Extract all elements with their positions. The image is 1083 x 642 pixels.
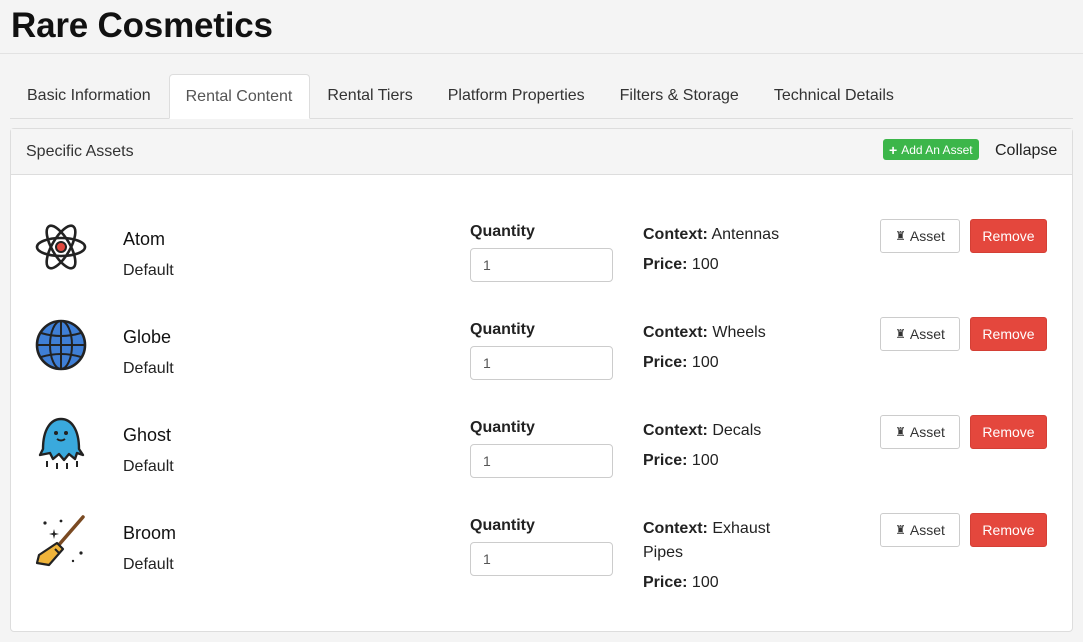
quantity-input[interactable] <box>470 248 613 282</box>
asset-name: Globe <box>123 327 172 347</box>
globe-icon <box>33 317 89 373</box>
price-text: Price: 100 <box>643 354 719 372</box>
price-value: 100 <box>691 452 719 469</box>
quantity-input[interactable] <box>470 346 613 380</box>
specific-assets-panel: Specific Assets + Add An Asset Collapse … <box>10 128 1073 632</box>
asset-variant: Default <box>123 360 174 377</box>
add-asset-button[interactable]: + Add An Asset <box>883 139 979 160</box>
context-value: Decals <box>712 422 762 439</box>
atom-icon <box>33 219 89 275</box>
ghost-icon <box>33 415 89 471</box>
context-label: Context: <box>643 422 708 439</box>
asset-row: Ghost Default Quantity Context: Decals P… <box>11 415 1072 513</box>
context-label: Context: <box>643 520 708 537</box>
price-text: Price: 100 <box>643 256 719 274</box>
tab-basic-information[interactable]: Basic Information <box>10 74 169 118</box>
remove-button[interactable]: Remove <box>970 415 1047 449</box>
panel-heading: Specific Assets + Add An Asset Collapse <box>11 129 1072 175</box>
asset-variant: Default <box>123 458 174 475</box>
asset-name: Broom <box>123 523 177 543</box>
context-text: Context: Decals <box>643 419 793 443</box>
price-value: 100 <box>691 256 719 273</box>
remove-button[interactable]: Remove <box>970 219 1047 253</box>
asset-button-label: Asset <box>909 228 945 244</box>
remove-button[interactable]: Remove <box>970 513 1047 547</box>
price-label: Price: <box>643 574 688 591</box>
asset-row: Atom Default Quantity Context: Antennas … <box>11 219 1072 317</box>
rook-icon: ♜ <box>895 425 906 439</box>
asset-button[interactable]: ♜ Asset <box>880 317 960 351</box>
tab-filters-storage[interactable]: Filters & Storage <box>603 74 757 118</box>
panel-title: Specific Assets <box>26 142 134 160</box>
price-value: 100 <box>691 354 719 371</box>
quantity-label: Quantity <box>470 321 535 338</box>
rook-icon: ♜ <box>895 327 906 341</box>
asset-variant: Default <box>123 262 174 279</box>
plus-icon: + <box>889 141 898 158</box>
asset-button[interactable]: ♜ Asset <box>880 513 960 547</box>
remove-button[interactable]: Remove <box>970 317 1047 351</box>
asset-row: Broom Default Quantity Context: Exhaust … <box>11 513 1072 611</box>
quantity-input[interactable] <box>470 444 613 478</box>
asset-button[interactable]: ♜ Asset <box>880 415 960 449</box>
context-label: Context: <box>643 226 708 243</box>
tab-technical-details[interactable]: Technical Details <box>757 74 912 118</box>
context-value: Wheels <box>712 324 766 341</box>
context-text: Context: Wheels <box>643 321 793 345</box>
tab-rental-content[interactable]: Rental Content <box>168 74 311 119</box>
context-text: Context: Exhaust Pipes <box>643 517 783 565</box>
asset-name: Atom <box>123 229 166 249</box>
tab-rental-tiers[interactable]: Rental Tiers <box>310 74 430 118</box>
price-text: Price: 100 <box>643 574 719 592</box>
tab-bar: Basic Information Rental Content Rental … <box>10 74 1073 119</box>
add-asset-label: Add An Asset <box>901 142 973 157</box>
quantity-label: Quantity <box>470 517 535 534</box>
quantity-input[interactable] <box>470 542 613 576</box>
collapse-link[interactable]: Collapse <box>995 142 1057 160</box>
asset-variant: Default <box>123 556 174 573</box>
context-value: Antennas <box>711 226 780 243</box>
quantity-label: Quantity <box>470 419 535 436</box>
price-value: 100 <box>691 574 719 591</box>
rook-icon: ♜ <box>895 229 906 243</box>
page-title: Rare Cosmetics <box>11 6 273 45</box>
asset-button-label: Asset <box>909 424 945 440</box>
asset-name: Ghost <box>123 425 172 445</box>
asset-button[interactable]: ♜ Asset <box>880 219 960 253</box>
broom-icon <box>33 513 89 569</box>
rook-icon: ♜ <box>895 523 906 537</box>
price-label: Price: <box>643 452 688 469</box>
asset-row: Globe Default Quantity Context: Wheels P… <box>11 317 1072 415</box>
asset-button-label: Asset <box>909 522 945 538</box>
price-label: Price: <box>643 354 688 371</box>
price-label: Price: <box>643 256 688 273</box>
context-label: Context: <box>643 324 708 341</box>
asset-button-label: Asset <box>909 326 945 342</box>
page-header: Rare Cosmetics <box>0 0 1083 54</box>
price-text: Price: 100 <box>643 452 719 470</box>
context-text: Context: Antennas <box>643 223 793 247</box>
tab-platform-properties[interactable]: Platform Properties <box>431 74 603 118</box>
quantity-label: Quantity <box>470 223 535 240</box>
